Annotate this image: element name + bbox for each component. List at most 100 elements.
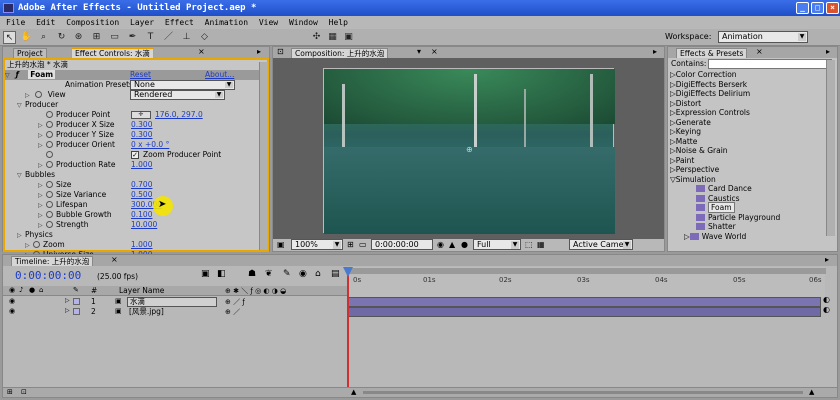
menu-file[interactable]: File	[6, 18, 25, 27]
menu-help[interactable]: Help	[329, 18, 348, 27]
tree-item-expression-controls[interactable]: ▷Expression Controls	[670, 108, 750, 118]
panel-menu-icon[interactable]: ▸	[653, 47, 657, 56]
tree-subitem-card-dance[interactable]: Card Dance	[696, 184, 752, 194]
param-value[interactable]: 0.100	[131, 210, 152, 220]
tab-timeline[interactable]: Timeline: 上升的水泡	[11, 256, 94, 266]
stopwatch-icon[interactable]	[46, 161, 53, 168]
param-row[interactable]: ▷ Size Variance	[38, 190, 106, 200]
toggle-switches-icon[interactable]: ⊞	[7, 388, 13, 396]
view-dropdown[interactable]: Rendered ▼	[130, 90, 225, 100]
expand-triangle-icon[interactable]: ▷	[65, 297, 70, 304]
current-time-indicator[interactable]	[347, 267, 349, 397]
zoom-in-icon[interactable]: ▲	[809, 388, 814, 396]
stopwatch-icon[interactable]	[35, 91, 43, 98]
grid-icon[interactable]: ⊞	[347, 240, 354, 249]
stopwatch-icon[interactable]	[46, 201, 53, 208]
snapshot-icon[interactable]: ◉	[437, 240, 444, 249]
close-tab-icon[interactable]: ×	[756, 47, 763, 56]
param-row[interactable]: ▷ Production Rate	[38, 160, 115, 170]
crosshair-icon[interactable]: ✛	[131, 111, 151, 119]
stopwatch-icon[interactable]	[46, 151, 53, 158]
menu-composition[interactable]: Composition	[66, 18, 119, 27]
tree-item-perspective[interactable]: ▷Perspective	[670, 165, 719, 175]
expand-triangle-icon[interactable]: ▷	[65, 307, 70, 314]
close-button[interactable]: ×	[826, 2, 839, 14]
group-physics[interactable]: ▷ Physics	[17, 230, 53, 240]
scrollbar[interactable]	[826, 60, 835, 236]
safe-zones-icon[interactable]: ▣	[277, 240, 285, 249]
param-row[interactable]: ▷ Producer Orient	[38, 140, 115, 150]
text-tool-icon[interactable]: T	[144, 31, 157, 44]
param-value[interactable]: 0.500	[131, 190, 152, 200]
pan-behind-icon[interactable]: ⊞	[90, 31, 103, 44]
param-value[interactable]: 0.300	[131, 130, 152, 140]
lock-icon[interactable]: ⊡	[277, 47, 284, 56]
layer-switches[interactable]: ⊕ ／	[225, 307, 240, 317]
stopwatch-icon[interactable]	[46, 211, 53, 218]
clone-stamp-icon[interactable]: ⊥	[180, 31, 193, 44]
menu-view[interactable]: View	[259, 18, 278, 27]
table-row[interactable]: ◉ ▷ 1 ▣ 水滴 ⊕ ／ ƒ	[3, 297, 347, 307]
collapse-triangle-icon[interactable]: ▽	[17, 101, 25, 111]
param-value[interactable]: 1.000	[131, 160, 152, 170]
param-value[interactable]: 0.300	[131, 120, 152, 130]
zoom-dropdown[interactable]: 100% ▼	[291, 239, 343, 250]
reset-link[interactable]: Reset	[130, 70, 151, 80]
param-row[interactable]: ▷ Strength	[38, 220, 88, 230]
brush-tool-icon[interactable]: ／	[162, 31, 175, 44]
table-row[interactable]: ◉ ▷ 2 ▣ [风景.jpg] ⊕ ／	[3, 307, 347, 317]
collapse-triangle-icon[interactable]: ▽	[17, 171, 25, 181]
param-row[interactable]: ▷ Size	[38, 180, 71, 190]
param-value[interactable]: 1.000	[131, 240, 152, 250]
tab-project[interactable]: Project	[13, 48, 47, 58]
camera-dropdown[interactable]: Active Camera ▼	[569, 239, 633, 250]
live-update-icon[interactable]: ◧	[217, 269, 226, 279]
tree-item-digieffects-delirium[interactable]: ▷DigiEffects Delirium	[670, 89, 750, 99]
menu-edit[interactable]: Edit	[36, 18, 55, 27]
panel-menu-icon[interactable]: ▸	[826, 47, 830, 56]
group-bubbles[interactable]: ▽ Bubbles	[17, 170, 55, 180]
param-value[interactable]: 0.700	[131, 180, 152, 190]
axis-mode-icon[interactable]: ✣	[310, 31, 323, 44]
param-row[interactable]: ▷ Bubble Growth	[38, 210, 112, 220]
timeline-timecode[interactable]: 0:00:00:00	[15, 269, 81, 282]
panel-menu-icon[interactable]: ▸	[257, 47, 261, 56]
transparency-grid-icon[interactable]: ▦	[537, 240, 545, 249]
maximize-button[interactable]: □	[811, 2, 824, 14]
orbit-camera-icon[interactable]: ⊛	[72, 31, 85, 44]
close-tab-icon[interactable]: ×	[431, 47, 438, 56]
region-of-interest-icon[interactable]: ⬚	[525, 240, 533, 249]
param-row[interactable]: ▷ Zoom	[25, 240, 65, 250]
stopwatch-icon[interactable]	[46, 131, 53, 138]
menu-animation[interactable]: Animation	[205, 18, 248, 27]
zoom-tool-icon[interactable]: ⌕	[37, 31, 50, 44]
timecode-field[interactable]: 0:00:00:00	[371, 239, 433, 250]
expand-triangle-icon[interactable]: ▷	[17, 231, 25, 241]
layer-name[interactable]: [风景.jpg]	[129, 307, 164, 317]
zoom-producer-checkbox[interactable]: ✓	[131, 151, 139, 159]
tree-item-color-correction[interactable]: ▷Color Correction	[670, 70, 737, 80]
stopwatch-icon[interactable]	[46, 221, 53, 228]
view-axis-icon[interactable]: ▣	[342, 31, 355, 44]
menu-layer[interactable]: Layer	[130, 18, 154, 27]
eye-icon[interactable]: ◉	[9, 297, 15, 305]
hide-shy-icon[interactable]: ❦	[265, 269, 273, 279]
group-producer[interactable]: ▽ Producer	[17, 100, 58, 110]
toggle-modes-icon[interactable]: ⊡	[21, 388, 27, 396]
menu-effect[interactable]: Effect	[165, 18, 194, 27]
motion-blur-icon[interactable]: ◉	[299, 269, 307, 279]
contains-search-input[interactable]	[708, 59, 832, 69]
menu-window[interactable]: Window	[289, 18, 318, 27]
stopwatch-icon[interactable]	[46, 121, 53, 128]
world-axis-icon[interactable]: ▦	[326, 31, 339, 44]
tree-subitem-foam[interactable]: Foam	[696, 202, 735, 213]
mask-tool-icon[interactable]: ▭	[108, 31, 121, 44]
pen-tool-icon[interactable]: ✒	[126, 31, 139, 44]
stopwatch-icon[interactable]	[46, 141, 53, 148]
param-value[interactable]: 10.000	[131, 220, 157, 230]
comp-mini-flowchart-icon[interactable]: ▣	[201, 269, 210, 279]
draft-3d-icon[interactable]: ☗	[248, 269, 256, 279]
eye-icon[interactable]: ◉	[9, 307, 15, 315]
stopwatch-icon[interactable]	[33, 241, 40, 248]
label-color-icon[interactable]	[73, 308, 80, 315]
